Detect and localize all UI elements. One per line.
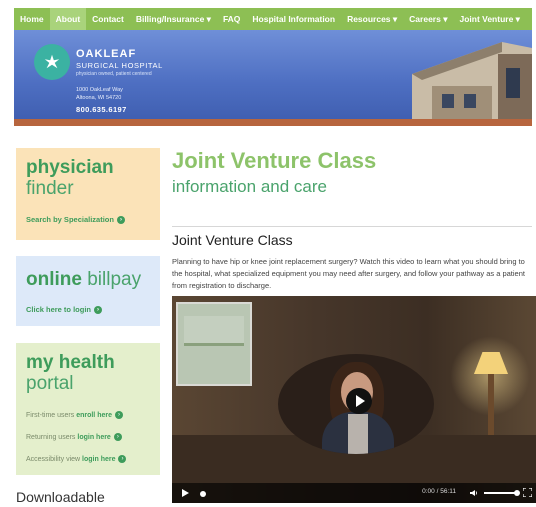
returning-row-label: Returning users	[26, 433, 76, 441]
header-bottom-stripe	[14, 119, 532, 126]
main-nav: Home About Contact Billing/Insurance ▾ FAQ Ho…	[14, 8, 532, 30]
billpay-title-regular: billpay	[87, 269, 142, 290]
fullscreen-icon[interactable]	[523, 488, 532, 497]
returning-row[interactable]: Returning users login here ›	[26, 433, 122, 441]
enroll-row-label: First-time users	[26, 411, 75, 419]
nav-item-6[interactable]: Resources ▾	[341, 8, 403, 30]
nav-item-3[interactable]: Billing/Insurance ▾	[130, 8, 217, 30]
finder-link-label: Search by Specialization	[26, 215, 114, 224]
returning-login-link[interactable]: login here	[77, 434, 110, 441]
downloadable-heading: Downloadable	[16, 489, 105, 505]
hospital-building-image	[412, 42, 532, 122]
arrow-right-icon: ›	[94, 306, 103, 315]
logo-name: OAKLEAF	[76, 48, 137, 60]
arrow-right-icon: ›	[116, 216, 125, 225]
arrow-right-icon: ›	[114, 411, 123, 419]
enroll-row[interactable]: First-time users enroll here ›	[26, 411, 123, 419]
billpay-link-label: Click here to login	[26, 305, 92, 314]
logo-tagline: physician owned, patient centered	[76, 71, 152, 77]
intro-paragraph: Planning to have hip or knee joint repla…	[172, 257, 525, 290]
page-title: Joint Venture Class	[172, 148, 377, 173]
billpay-title: online billpay	[26, 270, 141, 290]
site-header: OAKLEAF SURGICAL HOSPITAL physician owne…	[14, 30, 532, 126]
search-by-specialization-link[interactable]: Search by Specialization ›	[26, 215, 125, 225]
video-whiteboard	[176, 302, 252, 386]
section-title: Joint Venture Class	[172, 232, 293, 248]
health-title-regular: portal	[26, 373, 74, 394]
phone-number[interactable]: 800.635.6197	[76, 105, 127, 114]
billpay-title-bold: online	[26, 269, 82, 290]
page-subtitle: information and care	[172, 177, 327, 196]
accessibility-login-link[interactable]: login here	[82, 456, 115, 463]
accessibility-row-label: Accessibility view	[26, 455, 81, 463]
address-line-2: Altoona, WI 54720	[76, 95, 122, 101]
address-line-1: 1000 OakLeaf Way	[76, 87, 123, 93]
volume-slider[interactable]	[484, 492, 518, 494]
video-time: 0:00 / 56:11	[422, 488, 456, 495]
nav-item-4[interactable]: FAQ	[217, 8, 246, 30]
content-divider	[172, 226, 532, 227]
oakleaf-logo[interactable]	[34, 44, 70, 80]
billpay-login-link[interactable]: Click here to login ›	[26, 305, 103, 315]
volume-knob[interactable]	[514, 490, 520, 496]
control-play-button[interactable]	[182, 489, 189, 497]
leaf-icon	[44, 54, 60, 69]
video-controls: 0:00 / 56:11	[172, 483, 536, 503]
progress-scrubber[interactable]	[200, 491, 206, 497]
play-overlay-button[interactable]	[346, 388, 372, 414]
nav-item-5[interactable]: Hospital Information	[246, 8, 341, 30]
nav-item-1[interactable]: About	[49, 8, 87, 30]
nav-item-0[interactable]: Home	[14, 8, 50, 30]
accessibility-row[interactable]: Accessibility view login here ›	[26, 455, 127, 463]
nav-item-8[interactable]: Joint Venture ▾	[453, 8, 525, 30]
video-player[interactable]: 0:00 / 56:11	[172, 296, 536, 503]
physician-finder-card[interactable]: physician finder Search by Specializatio…	[16, 148, 160, 240]
health-portal-card: my health portal First-time users enroll…	[16, 343, 160, 475]
enroll-here-link[interactable]: enroll here	[76, 412, 112, 419]
play-icon	[355, 395, 365, 407]
finder-title-regular: finder	[26, 178, 74, 199]
volume-icon[interactable]	[470, 489, 478, 497]
arrow-right-icon: ›	[118, 455, 127, 463]
nav-item-7[interactable]: Careers ▾	[403, 8, 453, 30]
arrow-right-icon: ›	[113, 433, 122, 441]
logo-subtitle: SURGICAL HOSPITAL	[76, 61, 163, 70]
health-title-bold: my health	[26, 352, 115, 373]
finder-title-bold: physician	[26, 157, 114, 178]
online-billpay-card[interactable]: online billpay Click here to login ›	[16, 256, 160, 326]
nav-item-2[interactable]: Contact	[86, 8, 130, 30]
